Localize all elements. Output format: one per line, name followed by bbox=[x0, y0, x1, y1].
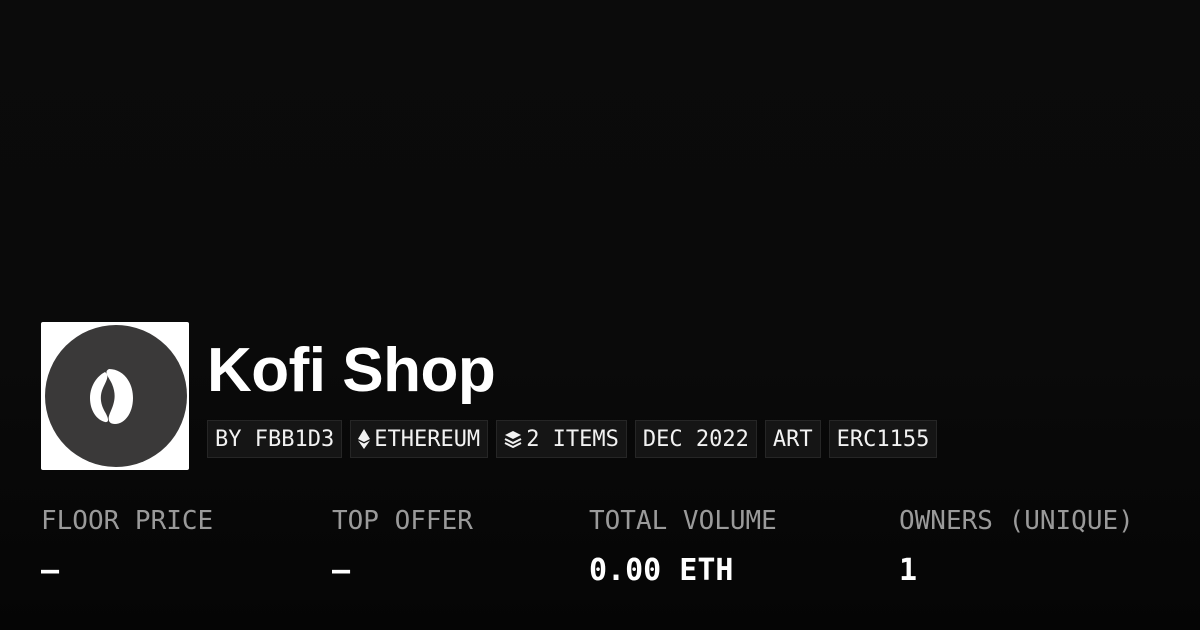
tag-label: BY FBB1D3 bbox=[215, 426, 335, 452]
layers-icon bbox=[504, 430, 522, 448]
stat-label: TOTAL VOLUME bbox=[589, 506, 777, 536]
collection-header: Kofi Shop BY FBB1D3 ETHEREUM 2 ITEMS DEC… bbox=[41, 322, 938, 470]
tag-label: ETHEREUM bbox=[374, 426, 481, 452]
tag-label: DEC 2022 bbox=[642, 426, 749, 452]
stat-owners: OWNERS (UNIQUE) 1 bbox=[899, 504, 1134, 588]
stat-total-volume: TOTAL VOLUME 0.00 ETH bbox=[589, 504, 777, 588]
collection-tags: BY FBB1D3 ETHEREUM 2 ITEMS DEC 2022 ART … bbox=[207, 420, 938, 458]
stat-value: — bbox=[332, 553, 351, 588]
stat-label: TOP OFFER bbox=[332, 506, 473, 536]
stat-label: FLOOR PRICE bbox=[41, 506, 214, 536]
collection-title: Kofi Shop bbox=[207, 336, 496, 405]
tag-label: ART bbox=[772, 426, 813, 452]
tag-label: ERC1155 bbox=[836, 426, 930, 452]
stat-top-offer: TOP OFFER — bbox=[332, 504, 473, 588]
stat-value: — bbox=[41, 553, 60, 588]
coffee-bean-icon bbox=[45, 325, 187, 467]
stat-value: 1 bbox=[899, 553, 918, 588]
tag-standard: ERC1155 bbox=[828, 420, 938, 458]
tag-category[interactable]: ART bbox=[764, 420, 821, 458]
collection-stats: FLOOR PRICE — TOP OFFER — TOTAL VOLUME 0… bbox=[41, 504, 1200, 604]
ethereum-icon bbox=[358, 429, 371, 449]
tag-creator[interactable]: BY FBB1D3 bbox=[207, 420, 343, 458]
tag-date: DEC 2022 bbox=[634, 420, 757, 458]
collection-logo[interactable] bbox=[41, 322, 189, 470]
tag-chain[interactable]: ETHEREUM bbox=[350, 420, 489, 458]
stat-floor-price: FLOOR PRICE — bbox=[41, 504, 213, 588]
tag-items[interactable]: 2 ITEMS bbox=[496, 420, 627, 458]
tag-label: 2 ITEMS bbox=[526, 426, 619, 452]
stat-value: 0.00 ETH bbox=[589, 553, 734, 588]
stat-label: OWNERS (UNIQUE) bbox=[899, 506, 1134, 536]
